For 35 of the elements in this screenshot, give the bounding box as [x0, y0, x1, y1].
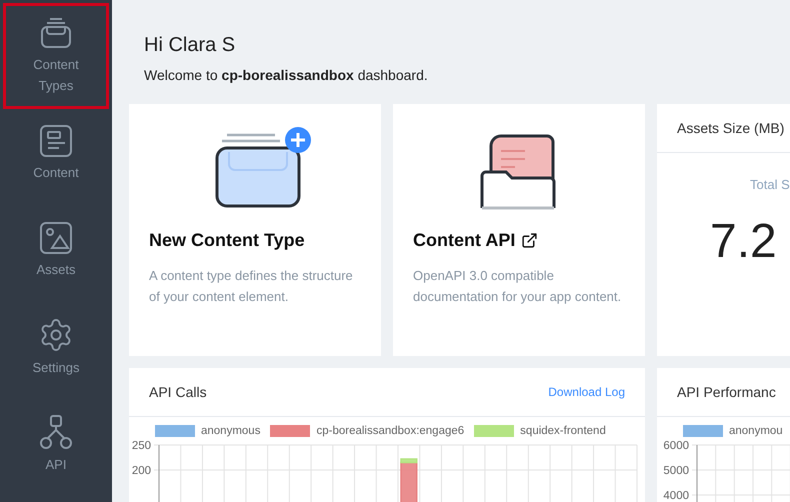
card-description: OpenAPI 3.0 compatible documentation for your app content.	[413, 267, 622, 306]
y-axis	[158, 444, 160, 502]
y-axis	[696, 444, 698, 502]
image-icon	[39, 220, 73, 254]
sidebar-item[interactable]: Content Types	[3, 3, 109, 109]
feature-card[interactable]: Content API OpenAPI 3.0 compatible documentation for your app content.	[393, 104, 645, 356]
greeting: Hi Clara S	[144, 34, 236, 57]
card-title: Assets Size (MB)	[677, 120, 784, 136]
tray-icon	[39, 16, 73, 50]
y-tick-label: 5000	[663, 465, 689, 477]
external-link-icon	[521, 232, 538, 249]
card-title: API Performanc	[677, 384, 776, 400]
total-label: Total S	[750, 177, 790, 192]
document-icon	[39, 124, 73, 158]
card-title: Content API	[413, 230, 516, 251]
legend-item: squidex-frontend	[474, 425, 606, 437]
legend-item: anonymou	[683, 425, 783, 437]
legend-item: cp-borealissandbox:engage6	[270, 425, 464, 437]
y-tick-label: 250	[132, 440, 151, 452]
card-description: A content type defines the structure of your content element.	[149, 267, 354, 306]
legend-swatch	[155, 425, 195, 437]
network-icon	[39, 414, 73, 450]
legend-swatch	[270, 425, 310, 437]
download-log-link[interactable]: Download Log	[548, 385, 625, 399]
legend-swatch	[474, 425, 514, 437]
y-tick-label: 200	[132, 465, 151, 477]
card-title: API Calls	[149, 384, 207, 400]
card-title: New Content Type	[149, 230, 305, 251]
feature-card[interactable]: New Content Type A content type defines the structure of your content element.	[129, 104, 381, 356]
legend-item: anonymous	[155, 425, 260, 437]
y-tick-label: 4000	[663, 490, 689, 502]
y-tick-label: 6000	[663, 440, 689, 452]
welcome-text: Welcome to cp-borealissandbox dashboard.	[144, 67, 429, 83]
assets-size-value: 7.2	[710, 214, 778, 269]
legend-swatch	[683, 425, 723, 437]
